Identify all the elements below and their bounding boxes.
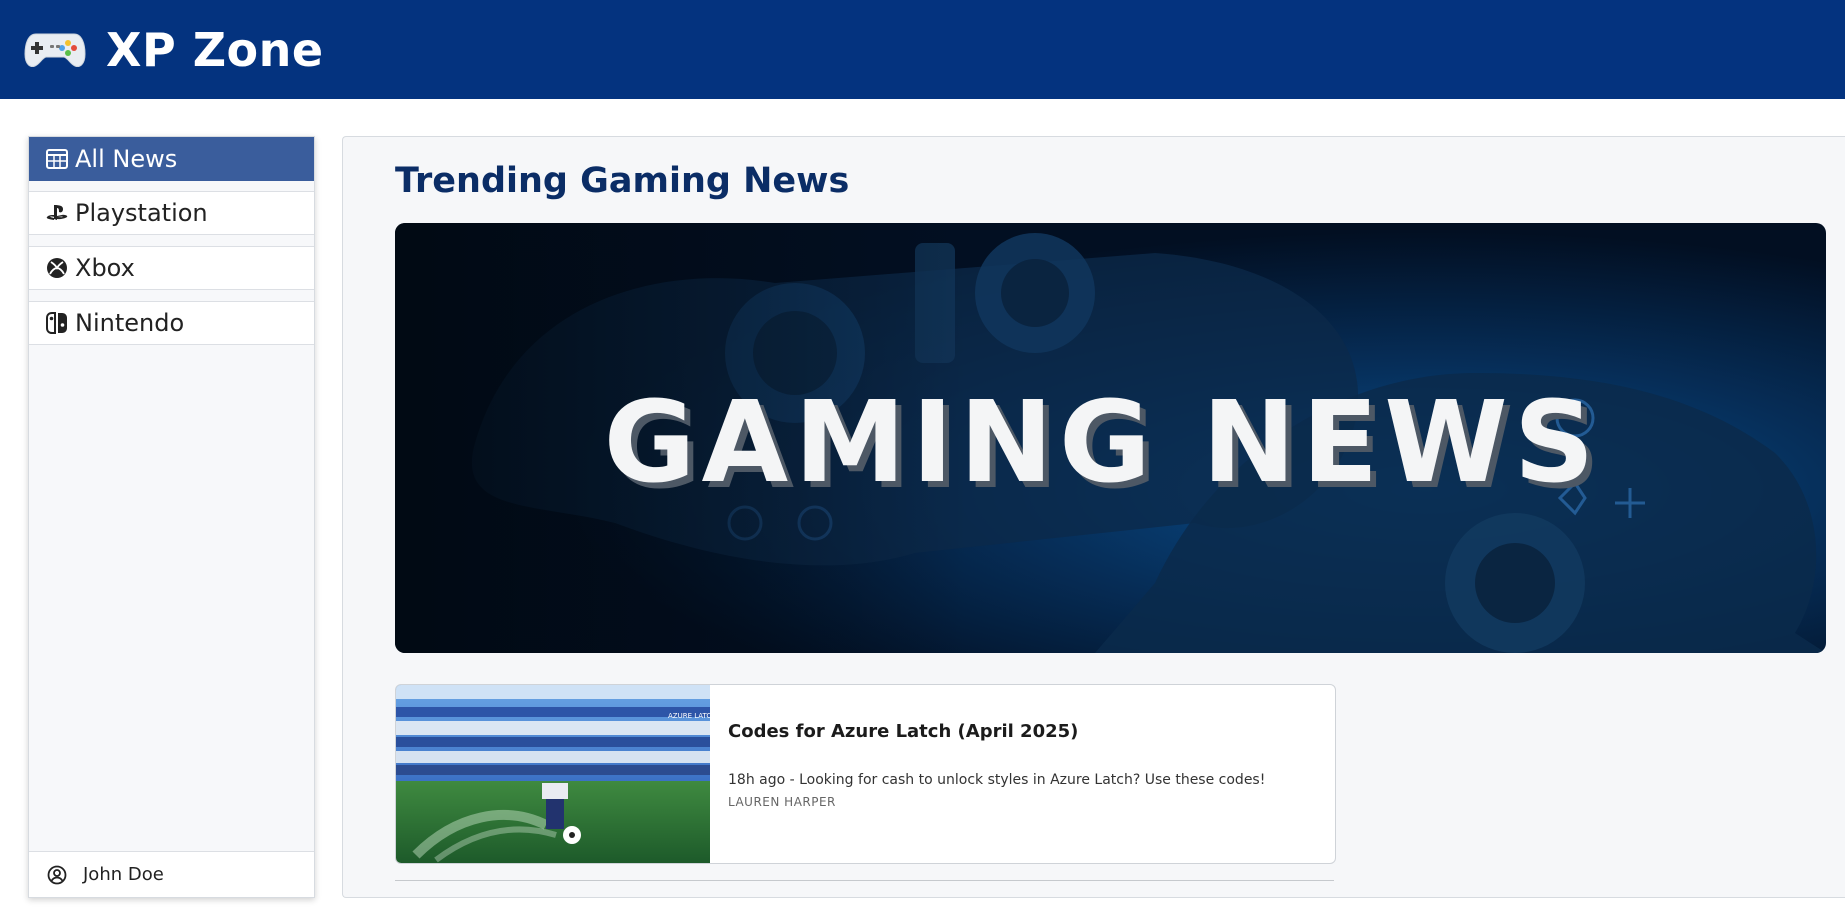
- sidebar-item-all-news[interactable]: All News: [29, 137, 314, 181]
- sidebar-item-label: Playstation: [75, 199, 208, 227]
- xbox-icon: [45, 256, 69, 280]
- sidebar-nav: All News Playstation Xbox Nintendo John …: [28, 136, 315, 898]
- app-title: XP Zone: [106, 22, 324, 77]
- hero-headline: GAMING NEWS: [604, 378, 1601, 508]
- sidebar-item-label: Nintendo: [75, 309, 185, 337]
- sidebar-item-playstation[interactable]: Playstation: [29, 191, 314, 235]
- newspaper-icon: [45, 147, 69, 171]
- main-content: Trending Gaming News GAMING NEWS GAMING …: [342, 136, 1845, 898]
- user-name: John Doe: [83, 864, 164, 885]
- article-title[interactable]: Codes for Azure Latch (April 2025): [728, 721, 1078, 742]
- sidebar-item-label: All News: [75, 145, 178, 173]
- user-circle-icon: [45, 863, 69, 887]
- divider: [395, 880, 1334, 881]
- playstation-icon: [45, 201, 69, 225]
- article-author: LAUREN HARPER: [728, 795, 836, 809]
- user-profile[interactable]: John Doe: [29, 851, 314, 897]
- nintendo-switch-icon: [45, 311, 69, 335]
- thumbnail-banner: AZURE LATCH: [668, 712, 710, 720]
- article-thumbnail: AZURE LATCH: [396, 685, 717, 863]
- sidebar-item-nintendo[interactable]: Nintendo: [29, 301, 314, 345]
- article-body: Codes for Azure Latch (April 2025) 18h a…: [728, 685, 1325, 863]
- hero-banner[interactable]: GAMING NEWS GAMING NEWS: [395, 223, 1826, 653]
- gamepad-icon: [24, 30, 86, 70]
- article-description: 18h ago - Looking for cash to unlock sty…: [728, 772, 1266, 788]
- sidebar-item-label: Xbox: [75, 254, 135, 282]
- sidebar-item-xbox[interactable]: Xbox: [29, 246, 314, 290]
- article-card[interactable]: AZURE LATCH Codes for Azure Latch (April…: [395, 684, 1336, 864]
- top-app-bar: XP Zone: [0, 0, 1845, 99]
- page-title: Trending Gaming News: [395, 161, 850, 201]
